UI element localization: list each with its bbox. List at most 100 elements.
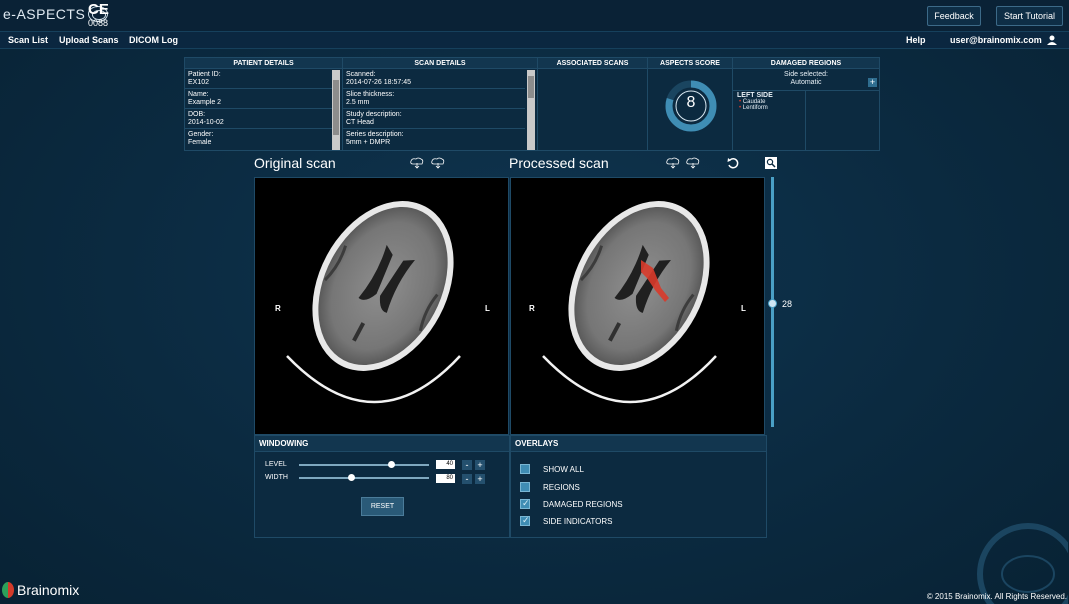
scan-details-scrollbar[interactable]	[527, 70, 535, 150]
width-slider-handle[interactable]	[348, 474, 355, 481]
level-slider-handle[interactable]	[388, 461, 395, 468]
overlay-side-indicators-option[interactable]: SIDE INDICATORS	[520, 515, 613, 527]
slice-slider-handle[interactable]	[768, 299, 777, 308]
field-label: DOB:	[188, 111, 206, 118]
brainomix-logo-icon	[2, 582, 14, 598]
show-all-label: SHOW ALL	[543, 464, 584, 474]
width-slider-track[interactable]	[299, 477, 429, 479]
patient-details-panel: PATIENT DETAILS Patient ID: EX102 Name: Ex…	[185, 58, 343, 150]
scan-details-header: SCAN DETAILS	[343, 58, 537, 69]
associated-scans-header: ASSOCIATED SCANS	[538, 58, 647, 69]
user-menu[interactable]: user@brainomix.com	[950, 35, 1042, 45]
aspects-score-value: 8	[686, 94, 696, 111]
left-side-marker: L	[485, 304, 490, 313]
right-side-marker: R	[529, 304, 535, 313]
field-value: Example 2	[188, 99, 222, 106]
width-increase-button[interactable]: +	[475, 474, 485, 484]
overlay-show-all-option[interactable]: SHOW ALL	[520, 463, 584, 475]
field-value: 2.5 mm	[346, 99, 370, 106]
side-indicators-label: SIDE INDICATORS	[543, 516, 613, 526]
column-divider	[805, 91, 806, 150]
ce-number: 0088	[88, 18, 109, 28]
scan-date-field: Scanned: 2014-07-26 18:57:45	[343, 69, 525, 89]
patient-id-field: Patient ID: EX102	[185, 69, 332, 89]
original-scan-title: Original scan	[254, 155, 336, 171]
aspects-score-header: ASPECTS SCORE	[648, 58, 732, 69]
level-increase-button[interactable]: +	[475, 460, 485, 470]
field-label: Scanned:	[346, 71, 376, 78]
side-selected-label: Side selected:	[784, 71, 828, 78]
start-tutorial-button[interactable]: Start Tutorial	[996, 6, 1063, 26]
original-ct-image: R L	[275, 201, 490, 404]
level-slider-track[interactable]	[299, 464, 429, 466]
left-side-region-list: LEFT SIDE • Caudate • Lentiform	[733, 92, 805, 111]
region-name: Lentiform	[742, 105, 768, 111]
footer-copyright: © 2015 Brainomix. All Rights Reserved.	[926, 592, 1067, 601]
nav-bar: Scan List Upload Scans DICOM Log Help us…	[0, 32, 1069, 49]
side-selected-box: Side selected: Automatic	[733, 69, 879, 91]
download-png-processed-icon[interactable]	[686, 157, 700, 169]
feedback-button[interactable]: Feedback	[927, 6, 981, 26]
right-side-marker: R	[275, 304, 281, 313]
level-label: LEVEL	[265, 461, 287, 468]
associated-scans-panel: ASSOCIATED SCANS	[538, 58, 648, 150]
download-dicom-processed-icon[interactable]	[666, 157, 680, 169]
nav-scan-list[interactable]: Scan List	[8, 35, 48, 45]
field-label: Study description:	[346, 111, 402, 118]
field-label: Gender:	[188, 131, 214, 138]
left-side-label: LEFT SIDE	[737, 92, 773, 99]
damaged-regions-panel: DAMAGED REGIONS Side selected: Automatic…	[733, 58, 879, 150]
level-value-input[interactable]: 40	[436, 460, 455, 469]
zoom-icon[interactable]	[765, 157, 777, 169]
regions-label: REGIONS	[543, 482, 580, 492]
add-side-button[interactable]: +	[868, 78, 877, 87]
region-item: • Lentiform	[739, 105, 768, 111]
download-png-icon[interactable]	[431, 157, 445, 169]
field-label: Series description:	[346, 131, 404, 138]
nav-help[interactable]: Help	[906, 35, 926, 45]
damaged-regions-header: DAMAGED REGIONS	[733, 58, 879, 69]
windowing-panel: WINDOWING	[254, 435, 510, 538]
brain-watermark-icon	[977, 523, 1068, 604]
left-side-marker: L	[741, 304, 746, 313]
patient-gender-field: Gender: Female	[185, 129, 332, 148]
original-scan-viewer[interactable]: R L	[254, 177, 509, 435]
level-decrease-button[interactable]: -	[462, 460, 472, 470]
user-icon[interactable]	[1047, 35, 1057, 45]
patient-name-field: Name: Example 2	[185, 89, 332, 109]
width-decrease-button[interactable]: -	[462, 474, 472, 484]
field-label: Slice thickness:	[346, 91, 395, 98]
field-label: Patient ID:	[188, 71, 221, 78]
field-value: Female	[188, 139, 212, 146]
processed-scan-viewer[interactable]: R L	[510, 177, 765, 435]
footer-brand-name: Brainomix	[17, 582, 80, 598]
windowing-header: WINDOWING	[255, 436, 509, 452]
width-label: WIDTH	[265, 474, 288, 481]
footer-brand: Brainomix	[2, 582, 79, 598]
nav-upload-scans[interactable]: Upload Scans	[59, 35, 119, 45]
top-bar: e-ASPECTS CE 0088 Feedback Start Tutoria…	[0, 0, 1069, 32]
width-value-input[interactable]: 80	[436, 474, 455, 483]
regions-checkbox[interactable]	[520, 482, 530, 492]
rotate-icon[interactable]	[727, 157, 739, 169]
slice-number: 28	[782, 299, 793, 309]
download-dicom-icon[interactable]	[410, 157, 424, 169]
damaged-regions-label: DAMAGED REGIONS	[543, 499, 623, 509]
overlay-regions-option[interactable]: REGIONS	[520, 481, 580, 493]
series-description-field: Series description: 5mm + DMPR	[343, 129, 525, 148]
overlay-damaged-regions-option[interactable]: DAMAGED REGIONS	[520, 498, 623, 510]
study-description-field: Study description: CT Head	[343, 109, 525, 129]
nav-dicom-log[interactable]: DICOM Log	[129, 35, 178, 45]
field-value: 5mm + DMPR	[346, 139, 391, 146]
reset-button[interactable]: RESET	[361, 497, 404, 516]
show-all-checkbox[interactable]	[520, 464, 530, 474]
patient-details-scrollbar[interactable]	[332, 70, 340, 150]
field-label: Name:	[188, 91, 209, 98]
field-value: CT Head	[346, 119, 374, 126]
slice-thickness-field: Slice thickness: 2.5 mm	[343, 89, 525, 109]
aspects-score-panel: ASPECTS SCORE 8	[648, 58, 733, 150]
damaged-regions-checkbox[interactable]	[520, 498, 530, 509]
field-value: 2014-07-26 18:57:45	[346, 79, 411, 86]
side-indicators-checkbox[interactable]	[520, 515, 530, 526]
overlays-header: OVERLAYS	[511, 436, 766, 452]
